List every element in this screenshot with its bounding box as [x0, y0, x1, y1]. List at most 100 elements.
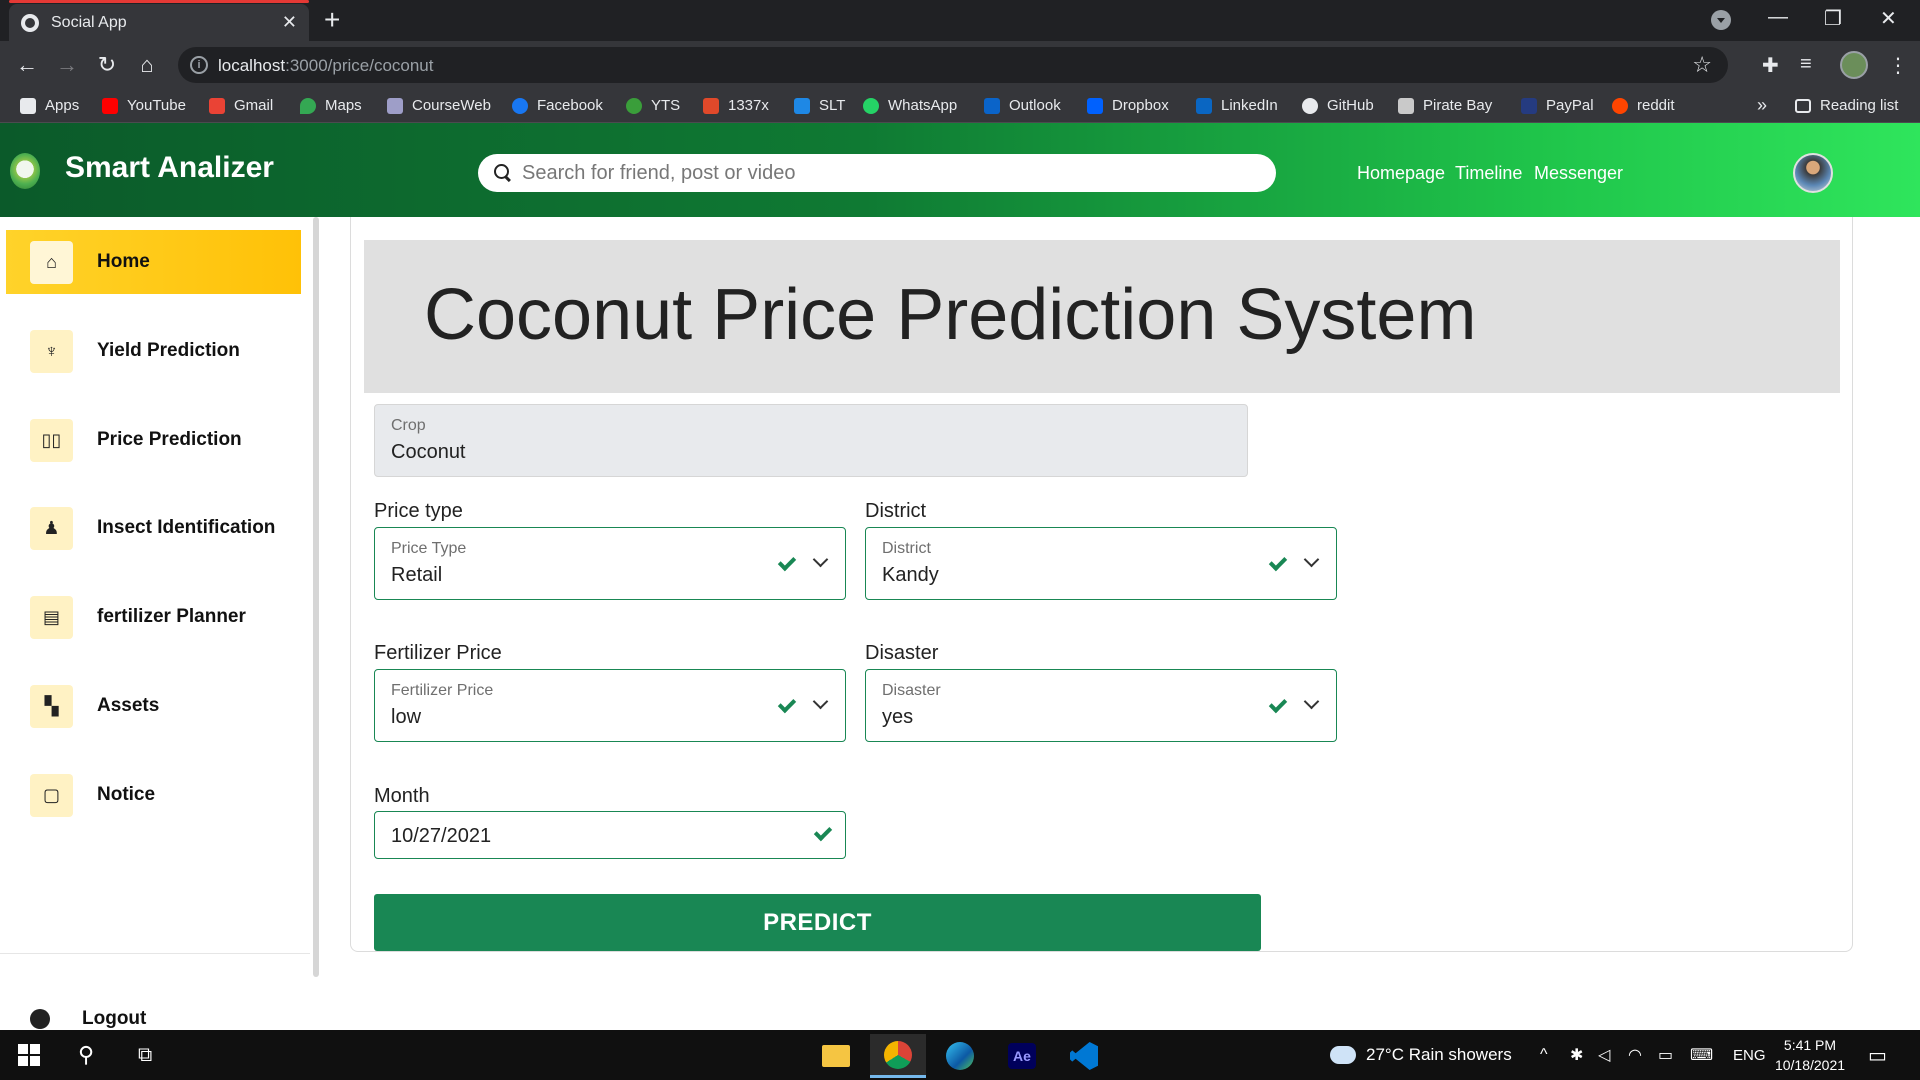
browser-tab[interactable]: Social App ✕ — [9, 4, 309, 41]
check-icon — [1268, 552, 1288, 572]
media-icon[interactable]: ≡ — [1800, 53, 1812, 76]
fertilizer-price-value: low — [391, 706, 422, 728]
notification-icon[interactable]: ▭ — [1868, 1030, 1887, 1080]
sidebar-item-fertilizer-planner[interactable]: ▤ fertilizer Planner — [6, 585, 301, 649]
nav-timeline[interactable]: Timeline — [1455, 163, 1522, 184]
bookmark-slt[interactable]: SLT — [794, 97, 845, 114]
chrome-icon[interactable] — [870, 1034, 926, 1078]
dropbox-icon — [1087, 97, 1103, 114]
bookmark-apps[interactable]: Apps — [20, 97, 79, 114]
outlook-icon — [984, 97, 1000, 114]
clock-time: 5:41 PM — [1783, 1037, 1837, 1053]
bookmark-1337x[interactable]: 1337x — [703, 97, 769, 114]
wifi-icon[interactable]: ◠ — [1628, 1030, 1642, 1080]
check-icon — [777, 694, 797, 714]
tray-chevron-up-icon[interactable]: ^ — [1540, 1030, 1548, 1080]
clock[interactable]: 5:41 PM 10/18/2021 — [1772, 1030, 1848, 1080]
home-nav-icon[interactable]: ⌂ — [132, 50, 162, 80]
volume-icon[interactable]: ◁ — [1598, 1030, 1610, 1080]
sidebar-item-assets[interactable]: ▚ Assets — [6, 674, 301, 738]
address-bar[interactable]: i localhost:3000/price/coconut ☆ — [178, 47, 1728, 83]
sidebar-item-insect-identification[interactable]: ♟ Insect Identification — [6, 496, 301, 560]
extensions-icon[interactable]: ✚ — [1762, 53, 1779, 78]
battery-icon[interactable]: ▭ — [1658, 1030, 1673, 1080]
weather-widget[interactable]: 27°C Rain showers — [1330, 1030, 1512, 1080]
profile-avatar[interactable] — [1840, 51, 1868, 79]
back-icon[interactable]: ← — [12, 50, 42, 80]
nav-messenger[interactable]: Messenger — [1534, 163, 1623, 184]
sidebar-item-yield-prediction[interactable]: ♆ Yield Prediction — [6, 319, 301, 383]
month-value: 10/27/2021 — [391, 825, 492, 847]
sidebar-item-home[interactable]: ⌂ Home — [6, 230, 301, 294]
sidebar-scrollbar[interactable] — [313, 217, 319, 977]
sidebar: ⌂ Home ♆ Yield Prediction ▯▯ Price Predi… — [0, 217, 310, 1030]
minimize-icon[interactable]: — — [1768, 6, 1788, 29]
bookmark-paypal[interactable]: PayPal — [1521, 97, 1594, 114]
logout-label: Logout — [82, 1008, 147, 1029]
site-info-icon[interactable]: i — [190, 56, 208, 74]
apps-grid-icon — [20, 97, 36, 114]
cloud-rain-icon — [1330, 1046, 1356, 1064]
tab-title: Social App — [51, 13, 127, 31]
chevron-down-icon — [812, 693, 829, 710]
menu-kebab-icon[interactable]: ⋮ — [1888, 53, 1908, 78]
new-tab-icon[interactable]: + — [324, 6, 340, 34]
sidebar-item-label: Insect Identification — [97, 517, 276, 538]
bookmark-linkedin[interactable]: LinkedIn — [1196, 97, 1278, 114]
bookmarks-more-icon[interactable]: » — [1757, 95, 1767, 116]
file-explorer-icon[interactable] — [808, 1034, 864, 1078]
bookmark-outlook[interactable]: Outlook — [984, 97, 1061, 114]
sidebar-item-notice[interactable]: ▢ Notice — [6, 763, 301, 827]
predict-button[interactable]: PREDICT — [374, 894, 1261, 951]
windows-start-icon[interactable] — [18, 1030, 40, 1080]
disaster-caption: Disaster — [882, 682, 941, 699]
district-select[interactable]: District Kandy — [865, 527, 1337, 600]
bookmark-youtube[interactable]: YouTube — [102, 97, 186, 114]
tab-close-icon[interactable]: ✕ — [282, 12, 297, 33]
edge-icon[interactable] — [932, 1034, 988, 1078]
tab-favicon-icon — [21, 13, 39, 32]
bookmark-courseweb[interactable]: CourseWeb — [387, 97, 491, 114]
keyboard-icon[interactable]: ⌨ — [1690, 1030, 1713, 1080]
title-banner: Coconut Price Prediction System — [364, 240, 1840, 393]
nav-homepage[interactable]: Homepage — [1357, 163, 1445, 184]
bookmark-gmail[interactable]: Gmail — [209, 97, 273, 114]
search-bar[interactable] — [478, 154, 1276, 192]
bookmark-reddit[interactable]: reddit — [1612, 97, 1675, 114]
taskbar-search-icon[interactable]: ⚲ — [78, 1030, 94, 1080]
sidebar-item-price-prediction[interactable]: ▯▯ Price Prediction — [6, 408, 301, 472]
reload-icon[interactable]: ↻ — [92, 50, 122, 80]
task-view-icon[interactable]: ⧉ — [138, 1030, 152, 1080]
bookmark-yts[interactable]: YTS — [626, 97, 680, 114]
fertilizer-price-select[interactable]: Fertilizer Price low — [374, 669, 846, 742]
bookmark-dropbox[interactable]: Dropbox — [1087, 97, 1169, 114]
sidebar-item-label: fertilizer Planner — [97, 606, 246, 627]
vscode-icon[interactable] — [1056, 1034, 1112, 1078]
bluetooth-icon[interactable]: ✱ — [1570, 1030, 1583, 1080]
price-type-select[interactable]: Price Type Retail — [374, 527, 846, 600]
bookmark-whatsapp[interactable]: WhatsApp — [863, 97, 957, 114]
bookmark-maps[interactable]: Maps — [300, 97, 362, 114]
bookmark-github[interactable]: GitHub — [1302, 97, 1374, 114]
restore-icon[interactable]: ❐ — [1824, 6, 1842, 31]
url-text: localhost:3000/price/coconut — [218, 56, 434, 75]
forward-icon[interactable]: → — [52, 50, 82, 80]
month-date-input[interactable]: 10/27/2021 — [374, 811, 846, 859]
logout-button[interactable]: Logout — [30, 1008, 146, 1030]
bookmark-facebook[interactable]: Facebook — [512, 97, 603, 114]
bookmark-star-icon[interactable]: ☆ — [1692, 52, 1712, 78]
reading-list[interactable]: Reading list — [1795, 97, 1898, 114]
language-indicator[interactable]: ENG — [1733, 1030, 1766, 1080]
user-avatar[interactable] — [1793, 153, 1833, 193]
yts-icon — [626, 97, 642, 114]
disaster-select[interactable]: Disaster yes — [865, 669, 1337, 742]
after-effects-icon[interactable]: Ae — [994, 1034, 1050, 1078]
search-input[interactable] — [522, 161, 1242, 185]
search-icon — [494, 164, 512, 182]
bookmark-piratebay[interactable]: Pirate Bay — [1398, 97, 1492, 114]
window-close-icon[interactable]: ✕ — [1880, 6, 1897, 31]
bookmarks-bar: Apps YouTube Gmail Maps CourseWeb Facebo… — [0, 89, 1920, 123]
check-icon — [813, 822, 833, 842]
tab-search-icon[interactable] — [1711, 10, 1731, 30]
price-type-value: Retail — [391, 564, 443, 586]
